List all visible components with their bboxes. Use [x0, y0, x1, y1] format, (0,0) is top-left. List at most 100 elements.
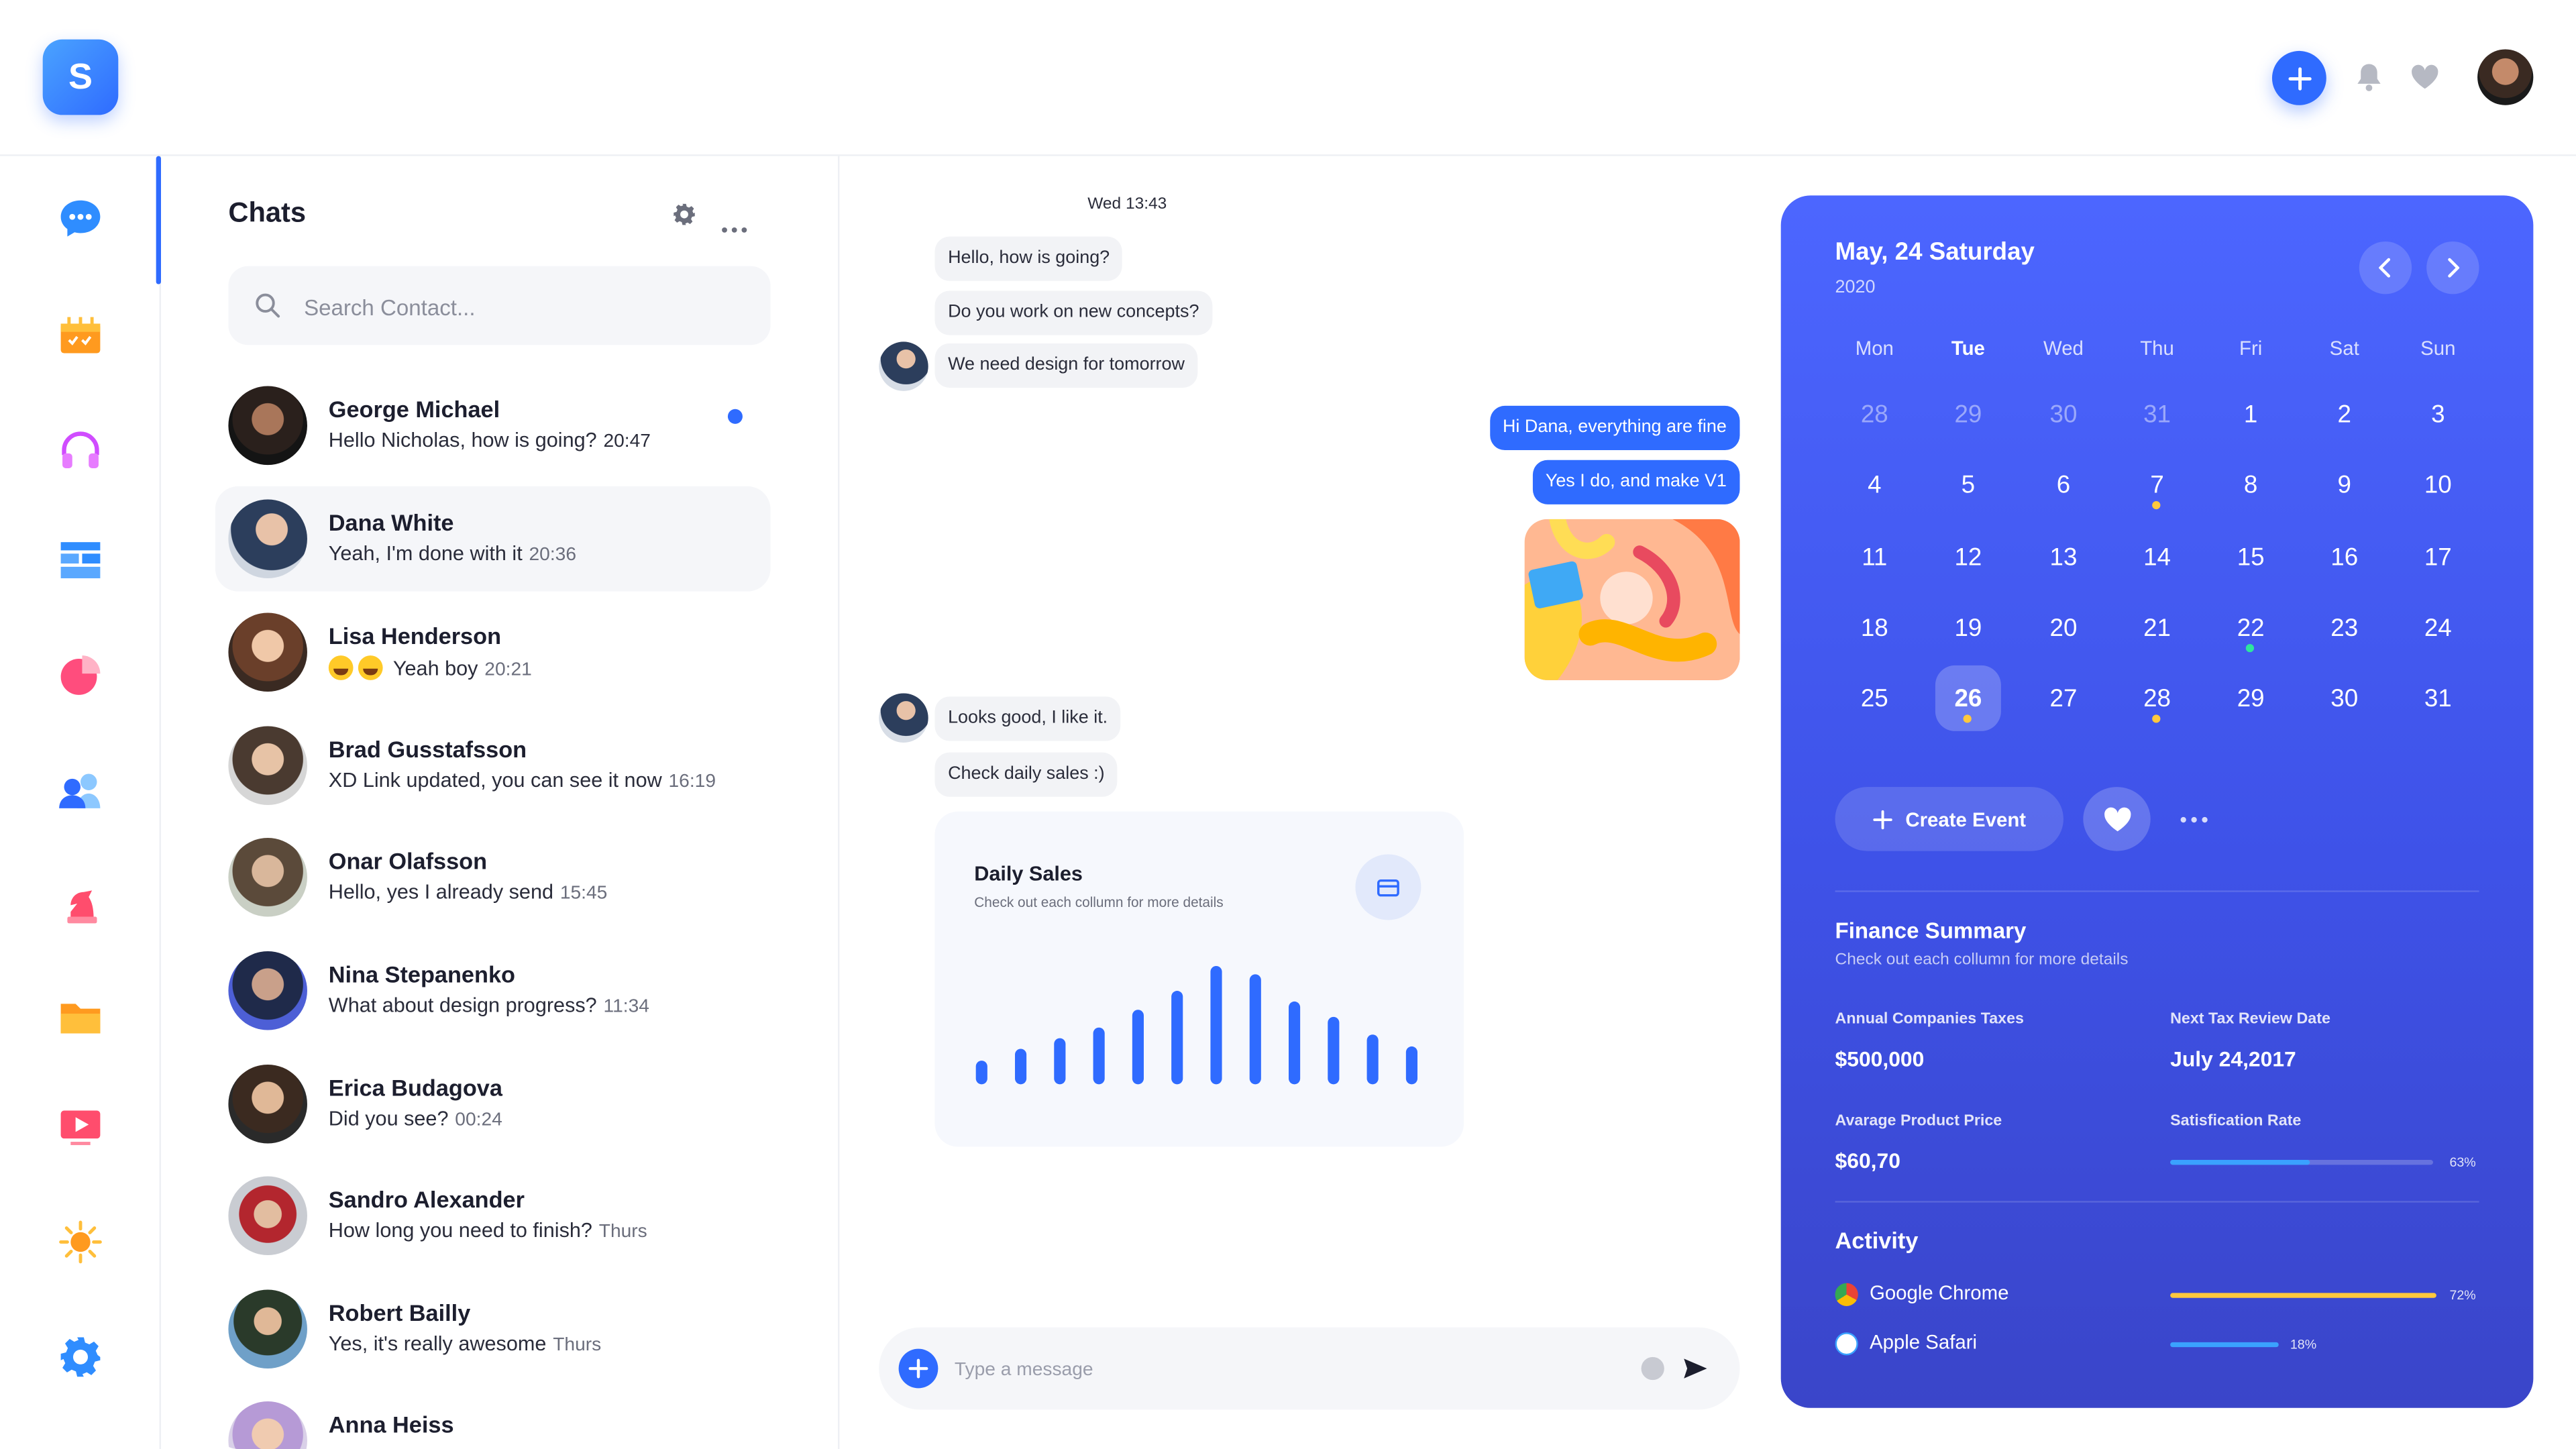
calendar-day[interactable]: 21: [2125, 595, 2190, 661]
calendar-day-number: 17: [2424, 543, 2452, 572]
nav-calendar[interactable]: [58, 312, 104, 358]
calendar-day[interactable]: 4: [1841, 451, 1907, 517]
calendar-day[interactable]: 18: [1841, 595, 1907, 661]
calendar-day[interactable]: 20: [2031, 595, 2096, 661]
calendar-day[interactable]: 12: [1935, 524, 2001, 590]
contact-name: Brad Gusstafsson: [328, 736, 527, 763]
sales-card-title: Daily Sales: [974, 862, 1083, 886]
avg-price-label: Avarage Product Price: [1835, 1112, 2002, 1130]
chats-settings-button[interactable]: [672, 202, 697, 227]
calendar-day[interactable]: 29: [1935, 381, 2001, 447]
calendar-prev-button[interactable]: [2359, 241, 2412, 294]
calendar-day[interactable]: 29: [2218, 665, 2284, 731]
sales-bar: [1054, 1038, 1066, 1085]
calendar-day[interactable]: 13: [2031, 524, 2096, 590]
activity-pct: 72%: [2449, 1288, 2476, 1303]
nav-settings[interactable]: [58, 1334, 104, 1381]
calendar-day[interactable]: 25: [1841, 665, 1907, 731]
nav-games[interactable]: [58, 879, 104, 925]
calendar-day[interactable]: 28: [1841, 381, 1907, 447]
calendar-day[interactable]: 31: [2125, 381, 2190, 447]
calendar-day[interactable]: 1: [2218, 381, 2284, 447]
calendar-day[interactable]: 14: [2125, 524, 2190, 590]
calendar-day-number: 14: [2143, 543, 2171, 572]
contact-item[interactable]: Robert Bailly Yes, it's really awesome Th…: [215, 1277, 771, 1382]
calendar-day[interactable]: 31: [2405, 665, 2471, 731]
attach-button[interactable]: [898, 1348, 938, 1389]
calendar-day[interactable]: 2: [2312, 381, 2377, 447]
calendar-day[interactable]: 15: [2218, 524, 2284, 590]
calendar-day-number: 22: [2237, 613, 2265, 642]
favorite-button[interactable]: [2083, 787, 2151, 851]
calendar-day[interactable]: 24: [2405, 595, 2471, 661]
search-icon: [256, 293, 280, 318]
calendar-day[interactable]: 7: [2125, 451, 2190, 517]
calendar-day[interactable]: 30: [2312, 665, 2377, 731]
contact-item[interactable]: George Michael Hello Nicholas, how is go…: [215, 373, 771, 478]
calendar-day[interactable]: 19: [1935, 595, 2001, 661]
nav-files[interactable]: [58, 994, 104, 1040]
notifications-button[interactable]: [2356, 62, 2382, 92]
contact-last-message: What about design progress? 11:34: [328, 994, 649, 1017]
sales-bar: [1328, 1016, 1340, 1085]
nav-videos[interactable]: [58, 1104, 104, 1150]
nav-weather[interactable]: [58, 1219, 104, 1265]
sales-card-button[interactable]: [1355, 854, 1421, 920]
calendar-day[interactable]: 6: [2031, 451, 2096, 517]
nav-music[interactable]: [58, 427, 104, 474]
calendar-day[interactable]: 10: [2405, 451, 2471, 517]
nav-analytics[interactable]: [58, 652, 104, 698]
calendar-day[interactable]: 23: [2312, 595, 2377, 661]
calendar-day[interactable]: 3: [2405, 381, 2471, 447]
contact-item[interactable]: Erica Budagova Did you see? 00:24: [215, 1051, 771, 1157]
nav-contacts[interactable]: [58, 767, 104, 814]
calendar-day-number: 12: [1954, 543, 1982, 572]
user-avatar[interactable]: [2477, 49, 2534, 105]
avatar: [228, 1064, 307, 1144]
message-input[interactable]: [951, 1327, 1615, 1413]
contact-item[interactable]: Anna Heiss: [215, 1388, 771, 1449]
create-event-button[interactable]: Create Event: [1835, 787, 2063, 851]
calendar-next-button[interactable]: [2426, 241, 2479, 294]
calendar-day-selected[interactable]: 26: [1935, 665, 2001, 731]
calendar-day-number: 3: [2431, 400, 2445, 428]
contact-item[interactable]: Sandro Alexander How long you need to fi…: [215, 1163, 771, 1269]
calendar-day[interactable]: 22: [2218, 595, 2284, 661]
calendar-day-number: 18: [1860, 613, 1888, 642]
nav-chats[interactable]: [58, 195, 104, 241]
calendar-day[interactable]: 9: [2312, 451, 2377, 517]
avatar: [228, 1176, 307, 1256]
calendar-day[interactable]: 11: [1841, 524, 1907, 590]
calendar-day[interactable]: 27: [2031, 665, 2096, 731]
calendar-day[interactable]: 5: [1935, 451, 2001, 517]
calendar-day-number: 25: [1860, 684, 1888, 712]
app-logo[interactable]: S: [42, 39, 119, 115]
message-composer: [879, 1327, 1740, 1413]
calendar-day[interactable]: 16: [2312, 524, 2377, 590]
contact-time: 20:21: [484, 660, 532, 680]
contact-item[interactable]: Nina Stepanenko What about design progre…: [215, 938, 771, 1043]
contact-item[interactable]: Brad Gusstafsson XD Link updated, you ca…: [215, 713, 771, 818]
satisfaction-bar-fill: [2170, 1159, 2310, 1165]
safari-icon: [1835, 1332, 1858, 1356]
add-button[interactable]: [2271, 50, 2326, 105]
calendar-day-number: 28: [1860, 400, 1888, 428]
nav-layout[interactable]: [58, 537, 104, 584]
emoji-button[interactable]: [1641, 1356, 1664, 1381]
chats-more-button[interactable]: [721, 212, 747, 233]
calendar-day[interactable]: 17: [2405, 524, 2471, 590]
calendar-day[interactable]: 8: [2218, 451, 2284, 517]
sales-bar: [975, 1061, 987, 1085]
send-icon[interactable]: [1682, 1355, 1709, 1381]
contact-item[interactable]: Lisa Henderson Yeah boy 20:21: [215, 600, 771, 705]
message-bubble-out: Hi Dana, everything are fine: [1489, 405, 1740, 451]
contact-item[interactable]: Onar Olafsson Hello, yes I already send 1…: [215, 824, 771, 930]
search-input[interactable]: [301, 266, 751, 349]
favorites-button[interactable]: [2410, 64, 2440, 91]
image-attachment[interactable]: [1524, 519, 1740, 680]
contact-item-selected[interactable]: Dana White Yeah, I'm done with it 20:36: [215, 486, 771, 592]
calendar-day[interactable]: 28: [2125, 665, 2190, 731]
more-dots-icon[interactable]: [2180, 816, 2208, 823]
contact-time: 15:45: [559, 883, 608, 904]
calendar-day[interactable]: 30: [2031, 381, 2096, 447]
